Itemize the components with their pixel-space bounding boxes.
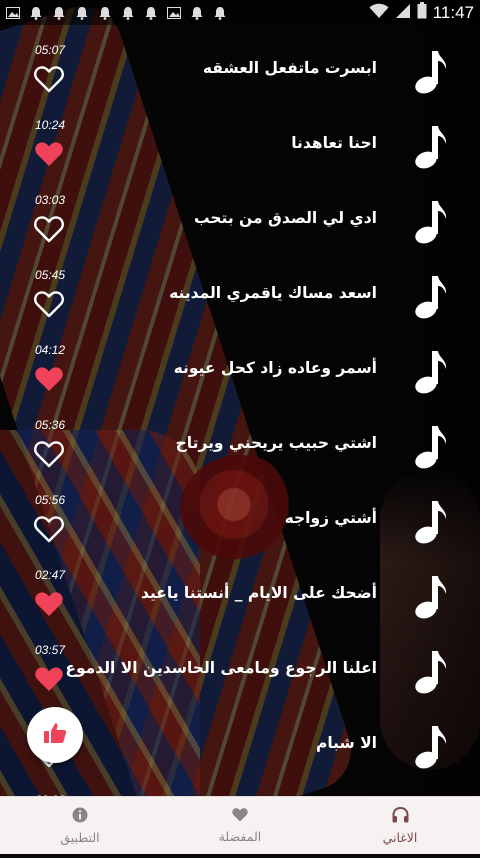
song-row[interactable]: 05:36 اشتي حبيب يريحني ويرتاح	[0, 408, 480, 483]
song-duration: 05:45	[35, 268, 66, 282]
nav-app-info-label: التطبيق	[60, 829, 100, 845]
bell-icon	[121, 6, 135, 20]
nav-app-info[interactable]: التطبيق	[0, 797, 160, 854]
song-row[interactable]: 05:56 أشتي زواجه	[0, 483, 480, 558]
music-note-icon	[412, 575, 448, 619]
song-title: اعلنا الرجوع ومامعى الحاسدين الا الدموع	[65, 659, 377, 677]
bell-icon	[144, 6, 158, 20]
nav-songs[interactable]: الاغاني	[320, 797, 480, 854]
music-note-icon	[412, 425, 448, 469]
song-title: اسعد مساك ياقمري المدينه	[169, 284, 377, 302]
info-icon	[72, 807, 88, 827]
music-note-icon	[412, 500, 448, 544]
song-row[interactable]: 04:12 أسمر وعاده زاد كحل عيونه	[0, 333, 480, 408]
song-title: ابسرت ماتفعل العشقه	[202, 59, 377, 77]
song-row[interactable]: 03:57 اعلنا الرجوع ومامعى الحاسدين الا ال…	[0, 633, 480, 708]
song-row[interactable]: 10:24 احنا تعاهدنا	[0, 108, 480, 183]
song-duration: 03:57	[35, 643, 66, 657]
song-title: أشتي زواجه	[284, 509, 377, 527]
bell-icon	[213, 6, 227, 20]
image-icon	[6, 6, 20, 20]
headphones-icon	[392, 806, 409, 827]
nav-favorites-label: المفضلة	[218, 829, 262, 844]
music-note-icon	[412, 200, 448, 244]
song-duration: 05:56	[35, 493, 66, 507]
favorite-filled-icon[interactable]	[34, 365, 64, 393]
favorite-outline-icon[interactable]	[34, 65, 64, 93]
music-note-icon	[412, 725, 448, 769]
bell-icon	[190, 6, 204, 20]
song-duration: 02:47	[35, 568, 66, 582]
song-duration: 05:07	[35, 43, 66, 57]
bell-icon	[98, 6, 112, 20]
bottom-navigation: التطبيق المفضلة الاغاني	[0, 796, 480, 854]
music-note-icon	[412, 650, 448, 694]
signal-icon	[395, 3, 411, 23]
status-bar: 11:47	[0, 0, 480, 25]
song-title: الا شبام	[315, 734, 377, 752]
song-row[interactable]: 03:03 ادي لي الصدق من بتحب	[0, 183, 480, 258]
bell-icon	[75, 6, 89, 20]
song-title: ادي لي الصدق من بتحب	[193, 209, 377, 227]
battery-icon	[417, 2, 427, 23]
heart-icon	[232, 807, 248, 826]
nav-favorites[interactable]: المفضلة	[160, 797, 320, 854]
rate-app-button[interactable]	[27, 707, 83, 763]
song-duration: 03:03	[35, 193, 66, 207]
wifi-icon	[369, 3, 389, 23]
song-title: أضحك على الايام _ أنستنا ياعيد	[141, 584, 377, 602]
thumbs-up-icon	[43, 722, 67, 748]
favorite-filled-icon[interactable]	[34, 665, 64, 693]
bell-icon	[52, 6, 66, 20]
music-note-icon	[412, 125, 448, 169]
favorite-outline-icon[interactable]	[34, 215, 64, 243]
music-note-icon	[412, 275, 448, 319]
song-title: أسمر وعاده زاد كحل عيونه	[173, 359, 377, 377]
song-title: احنا تعاهدنا	[291, 134, 377, 152]
notification-icons	[0, 6, 227, 20]
favorite-outline-icon[interactable]	[34, 515, 64, 543]
song-list[interactable]: 05:07 ابسرت ماتفعل العشقه 10:24 احنا تعاهدن…	[0, 25, 480, 844]
clock: 11:47	[432, 2, 474, 22]
image-icon	[167, 6, 181, 20]
favorite-outline-icon[interactable]	[34, 290, 64, 318]
bell-icon	[29, 6, 43, 20]
song-row[interactable]: 02:47 أضحك على الايام _ أنستنا ياعيد	[0, 558, 480, 633]
favorite-filled-icon[interactable]	[34, 140, 64, 168]
song-title: اشتي حبيب يريحني ويرتاح	[175, 434, 377, 452]
song-row[interactable]: 05:45 اسعد مساك ياقمري المدينه	[0, 258, 480, 333]
music-note-icon	[412, 350, 448, 394]
song-row[interactable]: 05:07 ابسرت ماتفعل العشقه	[0, 33, 480, 108]
song-duration: 04:12	[35, 343, 66, 357]
song-duration: 05:36	[35, 418, 66, 432]
song-duration: 10:24	[35, 118, 66, 132]
favorite-outline-icon[interactable]	[34, 440, 64, 468]
nav-songs-label: الاغاني	[382, 829, 418, 845]
music-note-icon	[412, 50, 448, 94]
favorite-filled-icon[interactable]	[34, 590, 64, 618]
